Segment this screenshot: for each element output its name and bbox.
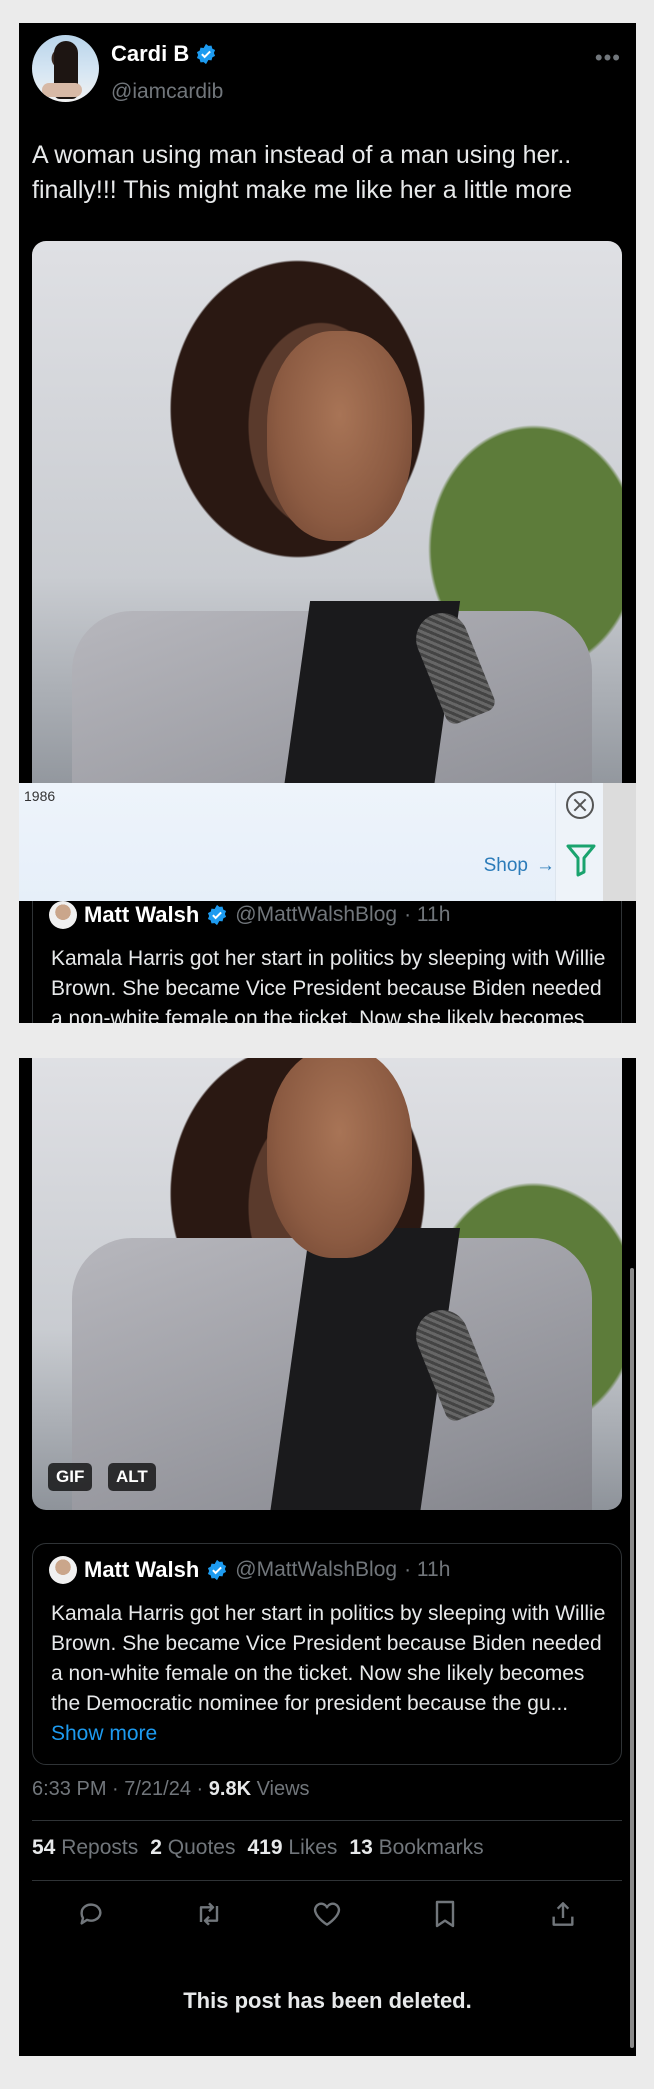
tweet-media-gif[interactable]: GIF ALT: [32, 1058, 622, 1510]
engagement-stats: 54 Reposts 2 Quotes 419 Likes 13 Bookmar…: [32, 1836, 484, 1860]
tweet-header: Cardi B @iamcardib •••: [32, 35, 623, 105]
tweet-card-top: Cardi B @iamcardib ••• A woman using man…: [19, 23, 636, 1023]
like-heart-icon[interactable]: [311, 1898, 343, 1930]
author-name-row: Cardi B: [111, 41, 217, 67]
bookmarks-stat[interactable]: 13 Bookmarks: [349, 1836, 483, 1860]
action-bar: [32, 1898, 622, 1930]
quoted-tweet-text: Kamala Harris got her start in politics …: [51, 947, 606, 1023]
arrow-right-icon: →: [536, 855, 555, 876]
quoted-author-avatar: [49, 1556, 77, 1584]
tweet-media-image[interactable]: [32, 241, 622, 801]
quoted-tweet-header: Matt Walsh @MattWalshBlog · 11h: [49, 1556, 450, 1584]
verified-badge-icon: [197, 43, 216, 65]
bookmark-icon[interactable]: [429, 1898, 461, 1930]
verified-badge-icon: [208, 904, 227, 926]
tweet-meta: 6:33 PM · 7/21/24 · 9.8K Views: [32, 1778, 310, 1801]
ad-side-panel: [603, 783, 636, 901]
gif-badge: GIF: [48, 1463, 93, 1491]
likes-stat[interactable]: 419 Likes: [248, 1836, 338, 1860]
show-more-link[interactable]: Show more: [51, 1722, 157, 1745]
views-label: Views: [251, 1778, 310, 1800]
quotes-stat[interactable]: 2 Quotes: [150, 1836, 235, 1860]
author-handle[interactable]: @iamcardib: [111, 80, 223, 104]
author-avatar[interactable]: [32, 35, 99, 102]
quoted-author-handle: @MattWalshBlog: [235, 903, 398, 926]
quoted-tweet-text: Kamala Harris got her start in politics …: [51, 1599, 611, 1749]
tweet-timestamp[interactable]: 6:33 PM · 7/21/24 ·: [32, 1778, 209, 1800]
quoted-tweet-header: Matt Walsh @MattWalshBlog · 11h: [49, 901, 450, 929]
tweet-text: A woman using man instead of a man using…: [32, 141, 573, 204]
quoted-tweet-time: · 11h: [404, 903, 451, 926]
ad-banner[interactable]: 1986 Shop →: [19, 783, 603, 901]
quoted-author-name: Matt Walsh: [84, 902, 200, 927]
quoted-author-name: Matt Walsh: [84, 1557, 200, 1582]
quoted-tweet-body: Kamala Harris got her start in politics …: [51, 1602, 606, 1715]
reply-icon[interactable]: [75, 1898, 107, 1930]
quoted-author-handle: @MattWalshBlog: [235, 1558, 398, 1581]
ad-number: 1986: [24, 788, 56, 804]
deleted-notice: This post has been deleted.: [183, 1988, 472, 2013]
quoted-tweet-time: · 11h: [404, 1558, 451, 1581]
divider: [32, 1880, 622, 1881]
divider: [32, 1820, 622, 1821]
quoted-tweet-preview[interactable]: Matt Walsh @MattWalshBlog · 11h Kamala H…: [32, 889, 622, 1023]
more-options-icon[interactable]: •••: [595, 45, 621, 71]
alt-badge[interactable]: ALT: [108, 1463, 156, 1491]
ad-shop-link[interactable]: Shop →: [484, 855, 555, 877]
share-icon[interactable]: [547, 1898, 579, 1930]
ad-brand-logo-icon: [566, 844, 596, 877]
verified-badge-icon: [208, 1559, 227, 1581]
repost-icon[interactable]: [193, 1898, 225, 1930]
reposts-stat[interactable]: 54 Reposts: [32, 1836, 138, 1860]
quoted-tweet[interactable]: Matt Walsh @MattWalshBlog · 11h Kamala H…: [32, 1543, 622, 1765]
author-name[interactable]: Cardi B: [111, 41, 189, 67]
views-count: 9.8K: [208, 1778, 252, 1800]
ad-close-icon[interactable]: [566, 791, 594, 819]
scrollbar[interactable]: [630, 1268, 634, 2048]
ad-shop-label: Shop: [483, 855, 528, 876]
ad-controls: [555, 783, 603, 901]
tweet-card-detail: GIF ALT Matt Walsh @MattWalshBlog · 11h …: [19, 1058, 636, 2056]
quoted-author-avatar: [49, 901, 77, 929]
